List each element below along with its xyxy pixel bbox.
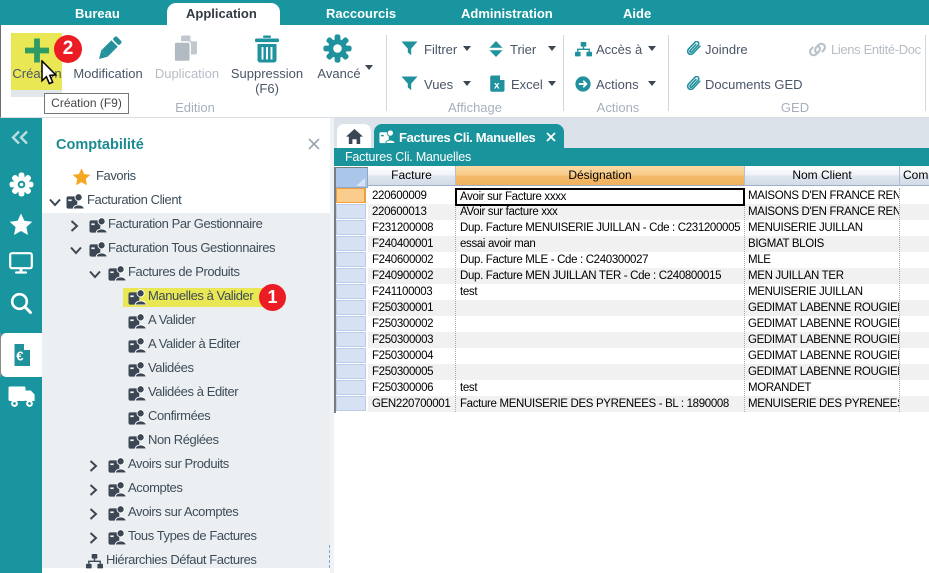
svg-text:x: x bbox=[494, 81, 500, 92]
